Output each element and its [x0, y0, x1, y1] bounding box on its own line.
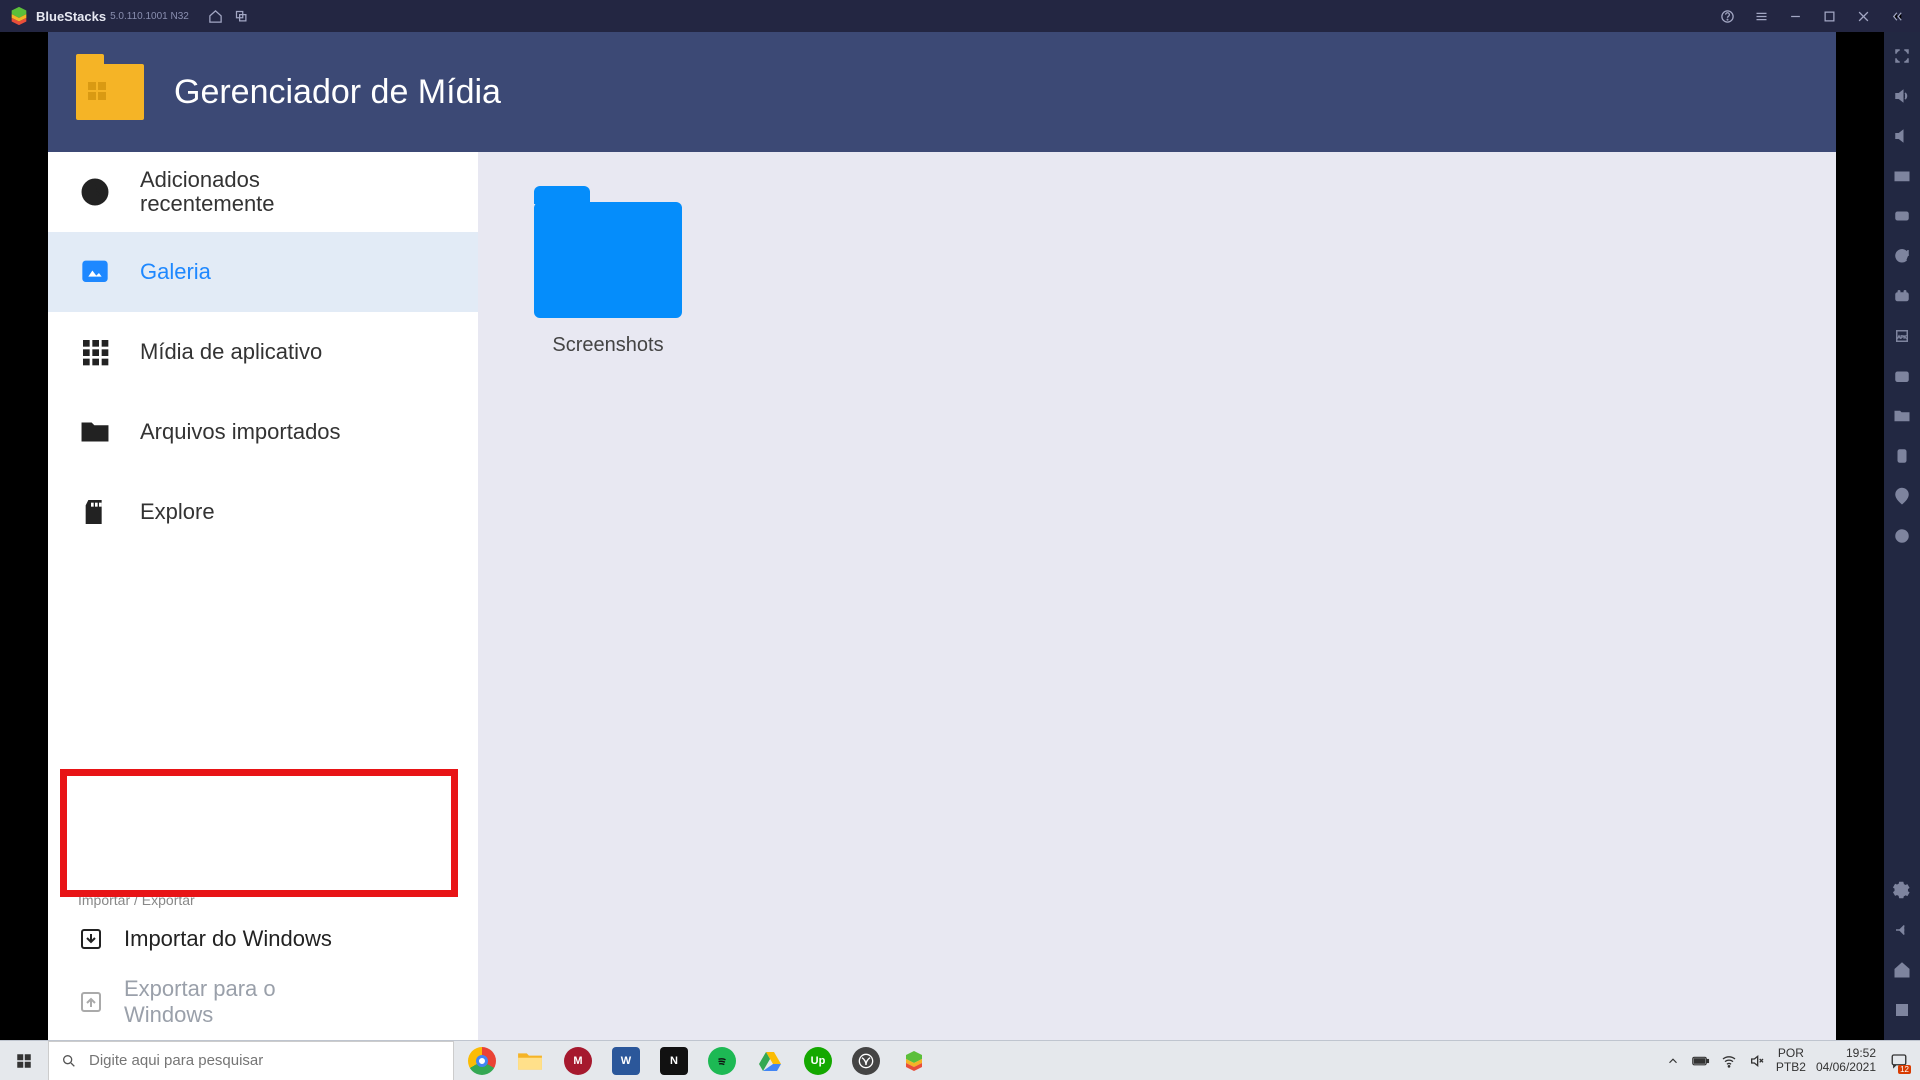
folder-app-icon — [76, 64, 144, 120]
sd-card-icon — [78, 495, 112, 529]
shake-icon[interactable] — [1892, 526, 1912, 546]
menu-icon[interactable] — [1748, 3, 1774, 29]
sidebar: Adicionados recentemente Galeria Mídia d… — [48, 152, 478, 1040]
collapse-icon[interactable] — [1884, 3, 1910, 29]
nav-explore-label: Explore — [140, 499, 215, 525]
apk-icon[interactable]: APK — [1892, 326, 1912, 346]
svg-text:APK: APK — [1897, 334, 1906, 339]
start-button[interactable] — [0, 1041, 48, 1080]
folder-screenshots[interactable]: Screenshots — [534, 202, 682, 357]
clock-date[interactable]: 19:52 04/06/2021 — [1816, 1047, 1876, 1073]
explorer-icon[interactable] — [506, 1041, 554, 1080]
volume-down-icon[interactable] — [1892, 126, 1912, 146]
wifi-icon[interactable] — [1720, 1052, 1738, 1070]
rotate-icon[interactable] — [1892, 446, 1912, 466]
import-icon — [78, 926, 104, 952]
folder-icon — [534, 202, 682, 318]
battery-icon[interactable] — [1692, 1052, 1710, 1070]
app-header: Gerenciador de Mídia — [48, 32, 1836, 152]
nav-imported[interactable]: Arquivos importados — [48, 392, 478, 472]
nav-recent-label: Adicionados recentemente — [140, 168, 275, 216]
recents-nav-icon[interactable] — [1892, 1000, 1912, 1020]
word-icon[interactable]: W — [602, 1041, 650, 1080]
app-title: Gerenciador de Mídia — [174, 73, 501, 112]
drive-icon[interactable] — [746, 1041, 794, 1080]
clock-icon — [78, 175, 112, 209]
bluestacks-logo-icon — [8, 5, 30, 27]
export-windows-button[interactable]: Exportar para o Windows — [48, 964, 478, 1040]
taskbar-search-input[interactable] — [89, 1052, 453, 1069]
nav-gallery-label: Galeria — [140, 259, 211, 285]
black-pad-right — [1836, 32, 1884, 1040]
content-area: Screenshots — [478, 152, 1836, 1040]
macro-icon[interactable] — [1892, 286, 1912, 306]
nav-appmedia-label: Mídia de aplicativo — [140, 339, 322, 365]
help-icon[interactable] — [1714, 3, 1740, 29]
nav-explore[interactable]: Explore — [48, 472, 478, 552]
xbox-icon[interactable] — [842, 1041, 890, 1080]
bluestacks-title: BlueStacks — [36, 9, 106, 24]
taskbar-search[interactable] — [48, 1041, 454, 1080]
language-indicator[interactable]: POR PTB2 — [1776, 1047, 1806, 1073]
export-windows-label: Exportar para o Windows — [124, 976, 344, 1028]
section-import-export: Importar / Exportar — [48, 882, 478, 914]
upwork-icon[interactable]: Up — [794, 1041, 842, 1080]
mendeley-icon[interactable]: M — [554, 1041, 602, 1080]
volume-up-icon[interactable] — [1892, 86, 1912, 106]
controls-icon[interactable] — [1892, 206, 1912, 226]
back-icon[interactable] — [1892, 920, 1912, 940]
location-icon[interactable] — [1892, 486, 1912, 506]
tray-chevron-up-icon[interactable] — [1664, 1052, 1682, 1070]
sound-muted-icon[interactable] — [1748, 1052, 1766, 1070]
keyboard-icon[interactable] — [1892, 166, 1912, 186]
nav-appmedia[interactable]: Mídia de aplicativo — [48, 312, 478, 392]
fullscreen-icon[interactable] — [1892, 46, 1912, 66]
bluestacks-titlebar: BlueStacks 5.0.110.1001 N32 — [0, 0, 1920, 32]
home-icon[interactable] — [203, 3, 229, 29]
notification-icon[interactable]: 12 — [1886, 1046, 1912, 1076]
bluestacks-version: 5.0.110.1001 N32 — [110, 11, 189, 22]
recent-apps-icon[interactable] — [229, 3, 255, 29]
nav-gallery[interactable]: Galeria — [48, 232, 478, 312]
bluestacks-task-icon[interactable] — [890, 1041, 938, 1080]
system-tray: POR PTB2 19:52 04/06/2021 12 — [1664, 1046, 1920, 1076]
right-toolbar: APK — [1884, 32, 1920, 1040]
nav-imported-label: Arquivos importados — [140, 419, 341, 445]
task-icons: M W N Up — [458, 1041, 938, 1080]
export-icon — [78, 989, 104, 1015]
windows-taskbar: M W N Up POR PTB2 19:52 04/06/2021 — [0, 1040, 1920, 1080]
maximize-icon[interactable] — [1816, 3, 1842, 29]
grid-icon — [78, 335, 112, 369]
settings-icon[interactable] — [1892, 880, 1912, 900]
close-icon[interactable] — [1850, 3, 1876, 29]
media-folder-icon[interactable] — [1892, 406, 1912, 426]
media-manager-app: Gerenciador de Mídia Adicionados recente… — [48, 32, 1836, 1040]
import-windows-label: Importar do Windows — [124, 926, 332, 952]
home-nav-icon[interactable] — [1892, 960, 1912, 980]
notion-icon[interactable]: N — [650, 1041, 698, 1080]
gallery-icon — [78, 255, 112, 289]
minimize-icon[interactable] — [1782, 3, 1808, 29]
sync-icon[interactable] — [1892, 246, 1912, 266]
black-pad-left — [0, 32, 48, 1040]
screenshot-icon[interactable] — [1892, 366, 1912, 386]
folder-label: Screenshots — [552, 334, 663, 357]
folder-outline-icon — [78, 415, 112, 449]
search-icon — [49, 1053, 89, 1069]
chrome-icon[interactable] — [458, 1041, 506, 1080]
import-windows-button[interactable]: Importar do Windows — [48, 914, 478, 964]
spotify-icon[interactable] — [698, 1041, 746, 1080]
nav-recent[interactable]: Adicionados recentemente — [48, 152, 478, 232]
